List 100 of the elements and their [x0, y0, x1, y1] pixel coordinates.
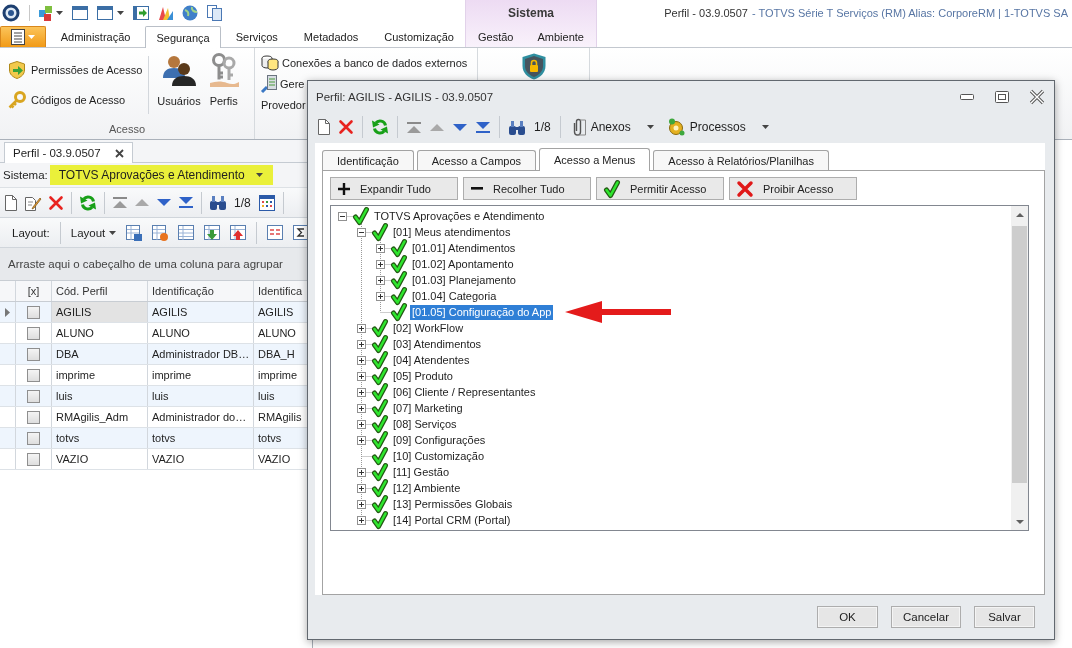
close-icon[interactable]	[1030, 90, 1044, 104]
expand-icon[interactable]	[357, 371, 366, 381]
tab[interactable]: Acesso a Campos	[416, 150, 537, 170]
check-icon[interactable]	[391, 287, 407, 305]
copy-icon[interactable]	[207, 5, 222, 21]
dialog-button[interactable]: Salvar	[974, 606, 1035, 628]
ribbon-button[interactable]: Códigos de Acesso	[8, 86, 126, 114]
tab[interactable]: Identificação	[322, 150, 414, 170]
table-save-icon[interactable]	[126, 224, 143, 241]
check-icon[interactable]	[372, 383, 388, 401]
refresh-icon[interactable]	[372, 119, 388, 135]
expand-icon[interactable]	[357, 387, 366, 397]
check-icon[interactable]	[372, 223, 388, 241]
checkbox[interactable]	[27, 305, 40, 319]
checkbox[interactable]	[27, 368, 40, 382]
arrow-up-icon[interactable]	[1015, 212, 1024, 217]
palette-icon[interactable]	[158, 6, 173, 20]
system-dropdown[interactable]: TOTVS Aprovações e Atendimento	[49, 165, 273, 185]
checkbox[interactable]	[27, 389, 40, 403]
ribbon-button[interactable]: Provedor	[261, 94, 306, 115]
tree-item[interactable]: [10] Customização	[391, 448, 487, 464]
shield-lock-icon[interactable]	[521, 53, 546, 80]
expand-icon[interactable]	[357, 355, 366, 365]
check-icon[interactable]	[372, 335, 388, 353]
tree-item[interactable]: [01] Meus atendimentos	[391, 224, 513, 240]
next-record-icon[interactable]	[453, 123, 467, 131]
orb-icon[interactable]	[2, 4, 20, 22]
expand-icon[interactable]	[357, 435, 366, 445]
action-button[interactable]: Permitir Acesso	[596, 177, 724, 200]
expand-icon[interactable]	[376, 275, 385, 285]
expand-icon[interactable]	[357, 419, 366, 429]
table-down-arrow-icon[interactable]	[204, 225, 221, 240]
tree-item[interactable]: [01.03] Planejamento	[410, 272, 518, 288]
collapse-icon[interactable]	[338, 211, 347, 221]
tree-item[interactable]: [01.04] Categoria	[410, 288, 499, 304]
caret-icon[interactable]	[117, 11, 124, 15]
tree-item[interactable]: [08] Serviços	[391, 416, 459, 432]
check-icon[interactable]	[372, 463, 388, 481]
checkbox[interactable]	[27, 452, 40, 466]
first-record-icon[interactable]	[407, 121, 421, 133]
ribbon-button[interactable]: Perfis	[204, 48, 243, 118]
tab[interactable]: Acesso a Menus	[539, 148, 651, 171]
attachments-menu[interactable]: Anexos	[569, 118, 658, 136]
ribbon-tab[interactable]: Segurança	[145, 26, 221, 48]
check-icon[interactable]	[372, 511, 388, 529]
tree-item[interactable]: [04] Atendentes	[391, 352, 472, 368]
minimize-icon[interactable]	[960, 94, 974, 100]
ribbon-tab[interactable]: Serviços	[224, 26, 289, 47]
window-icon[interactable]	[72, 6, 88, 20]
expand-icon[interactable]	[357, 467, 366, 477]
binoculars-icon[interactable]	[509, 119, 525, 135]
globe-icon[interactable]	[182, 5, 198, 21]
table-up-arrow-icon[interactable]	[230, 225, 247, 240]
tree-item[interactable]: [01.05] Configuração do App	[410, 304, 554, 320]
check-icon[interactable]	[372, 495, 388, 513]
tab[interactable]: Acesso à Relatórios/Planilhas	[653, 150, 829, 170]
expand-icon[interactable]	[357, 339, 366, 349]
refresh-icon[interactable]	[80, 194, 96, 211]
check-icon[interactable]	[372, 367, 388, 385]
tree-item[interactable]: [11] Gestão	[391, 464, 452, 480]
last-record-icon[interactable]	[476, 121, 490, 133]
expand-icon[interactable]	[357, 323, 366, 333]
check-icon[interactable]	[372, 415, 388, 433]
new-document-icon[interactable]	[5, 194, 17, 211]
checkbox[interactable]	[27, 326, 40, 340]
app-menu-button[interactable]	[0, 26, 46, 47]
calendar-grid-icon[interactable]	[258, 194, 275, 211]
action-button[interactable]: Recolher Tudo	[463, 177, 591, 200]
ribbon-tab[interactable]: Customização	[373, 26, 465, 47]
tree-item[interactable]: [01.01] Atendimentos	[410, 240, 518, 256]
layout-menu[interactable]: Layout	[70, 226, 117, 239]
check-icon[interactable]	[372, 479, 388, 497]
close-icon[interactable]	[114, 148, 124, 158]
scrollbar-thumb[interactable]	[1012, 226, 1027, 483]
next-record-icon[interactable]	[157, 199, 171, 206]
check-icon[interactable]	[391, 255, 407, 273]
tree-item[interactable]: [07] Marketing	[391, 400, 465, 416]
caret-icon[interactable]	[56, 11, 63, 15]
collapse-icon[interactable]	[357, 227, 366, 237]
document-tab[interactable]: Perfil - 03.9.0507	[4, 142, 133, 163]
window-icon[interactable]	[97, 6, 113, 20]
delete-icon[interactable]	[49, 195, 63, 210]
expand-icon[interactable]	[357, 515, 366, 525]
expand-icon[interactable]	[376, 291, 385, 301]
tree-item[interactable]: [14] Portal CRM (Portal)	[391, 512, 513, 528]
ribbon-tab[interactable]: Metadados	[292, 26, 370, 47]
tree-item[interactable]: [09] Configurações	[391, 432, 488, 448]
check-icon[interactable]	[372, 447, 388, 465]
check-icon[interactable]	[353, 207, 369, 225]
expand-icon[interactable]	[357, 499, 366, 509]
tree-item[interactable]: [02] WorkFlow	[391, 320, 466, 336]
check-icon[interactable]	[372, 399, 388, 417]
dialog-button[interactable]: OK	[816, 606, 878, 628]
check-icon[interactable]	[391, 303, 407, 321]
processes-menu[interactable]: Processos	[666, 118, 773, 136]
checkbox[interactable]	[27, 410, 40, 424]
arrow-down-icon[interactable]	[1015, 519, 1024, 524]
ribbon-tab[interactable]: Gestão	[467, 26, 525, 47]
expand-icon[interactable]	[357, 403, 366, 413]
tree-item[interactable]: [06] Cliente / Representantes	[391, 384, 538, 400]
